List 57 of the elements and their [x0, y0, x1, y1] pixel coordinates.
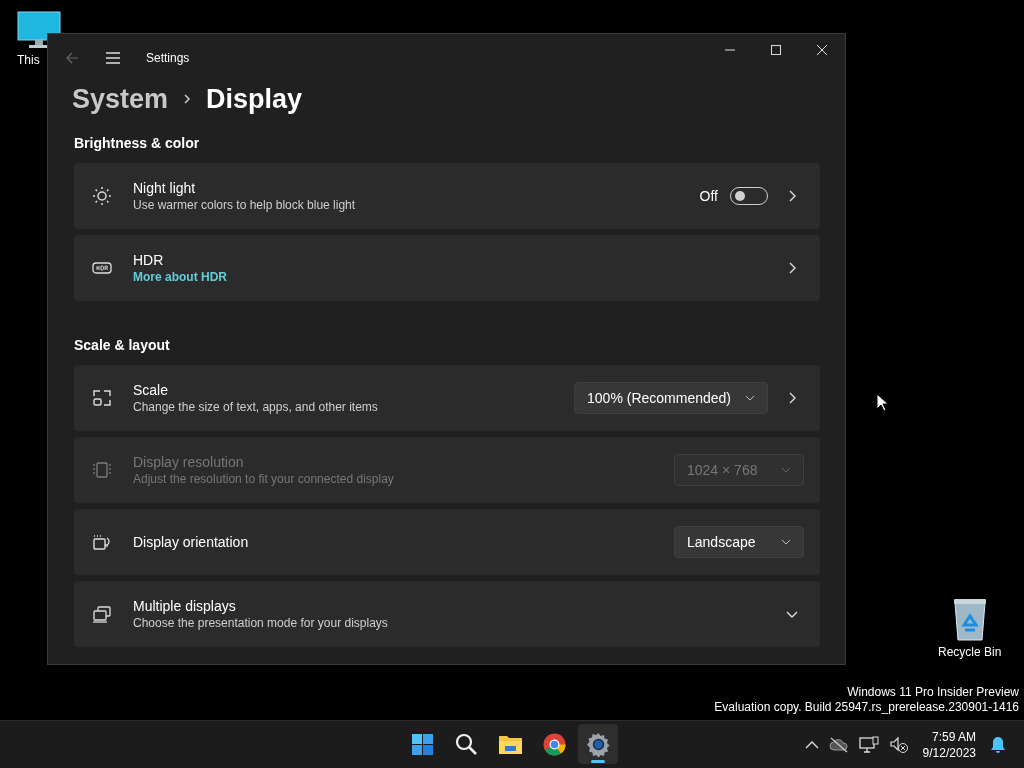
- chevron-right-icon[interactable]: [788, 392, 796, 404]
- settings-card[interactable]: HDR More about HDR: [74, 235, 820, 301]
- setting-title: Display resolution: [133, 454, 245, 470]
- speaker-muted-icon[interactable]: [888, 735, 909, 754]
- rotate-screen-icon: [92, 532, 112, 552]
- setting-title: Night light: [133, 180, 197, 196]
- chevron-up-icon[interactable]: [804, 739, 819, 750]
- section-heading: Scale & layout: [74, 336, 171, 355]
- setting-title: Scale: [133, 382, 170, 398]
- scale-icon: [92, 388, 112, 408]
- displays-icon: [92, 604, 112, 624]
- resolution-icon: [92, 460, 112, 480]
- search-icon: [453, 731, 479, 757]
- icon-label: This: [17, 53, 40, 67]
- section-heading: Brightness & color: [74, 134, 201, 153]
- system-notice-text: Windows 11 Pro Insider Preview: [847, 685, 1019, 700]
- chevron-right-icon: [182, 93, 193, 105]
- chevron-right-icon[interactable]: [788, 190, 796, 202]
- chevron-down-icon[interactable]: [786, 610, 798, 618]
- bell-icon[interactable]: [990, 735, 1006, 754]
- gear-icon: [585, 731, 611, 757]
- menu-icon[interactable]: [104, 50, 122, 66]
- settings-card[interactable]: Multiple displays Choose the presentation mode for your displays: [74, 581, 820, 647]
- settings-card[interactable]: Display orientation Landscape: [74, 509, 820, 575]
- mouse-pointer-icon: [876, 393, 888, 412]
- setting-title: Multiple displays: [133, 598, 237, 614]
- setting-title: Display orientation: [133, 534, 250, 550]
- system-notice-text: Evaluation copy. Build 25947.rs_prerelease.230901-1416: [714, 700, 1019, 715]
- maximize-icon: [770, 44, 782, 56]
- network-icon[interactable]: [858, 735, 879, 754]
- link[interactable]: More about HDR: [133, 270, 780, 284]
- setting-title: HDR: [133, 252, 165, 268]
- browser-icon: [541, 731, 567, 757]
- settings-card[interactable]: Scale Change the size of text, apps, and other items 100% (Recommended): [74, 365, 820, 431]
- dropdown[interactable]: Landscape: [674, 526, 804, 558]
- chevron-right-icon[interactable]: [788, 262, 796, 274]
- breadcrumb-item[interactable]: System: [72, 83, 169, 115]
- chevron-down-icon: [781, 467, 791, 473]
- breadcrumb-item: Display: [206, 83, 303, 115]
- setting-description: Choose the presentation mode for your displays: [133, 616, 389, 630]
- sun-icon: [92, 186, 112, 206]
- chevron-down-icon: [745, 395, 755, 401]
- chevron-down-icon: [781, 539, 791, 545]
- dropdown[interactable]: 100% (Recommended): [574, 382, 768, 414]
- start-icon: [409, 731, 435, 757]
- clock[interactable]: 7:59 AM 9/12/2023: [922, 728, 976, 761]
- icon-label: Recycle Bin: [938, 645, 1002, 659]
- setting-description: Change the size of text, apps, and other items: [133, 400, 379, 414]
- settings-card[interactable]: Night light Use warmer colors to help block blue light Off: [74, 163, 820, 229]
- back-arrow-icon[interactable]: [64, 50, 80, 66]
- window-title: Settings: [146, 51, 190, 65]
- setting-description: Use warmer colors to help block blue light: [133, 198, 357, 212]
- taskbar-button[interactable]: [578, 724, 618, 764]
- toggle-label: Off: [699, 188, 718, 204]
- setting-description: Adjust the resolution to fit your connected display: [133, 472, 395, 486]
- cloud-icon[interactable]: [828, 736, 849, 753]
- close-icon: [816, 44, 828, 56]
